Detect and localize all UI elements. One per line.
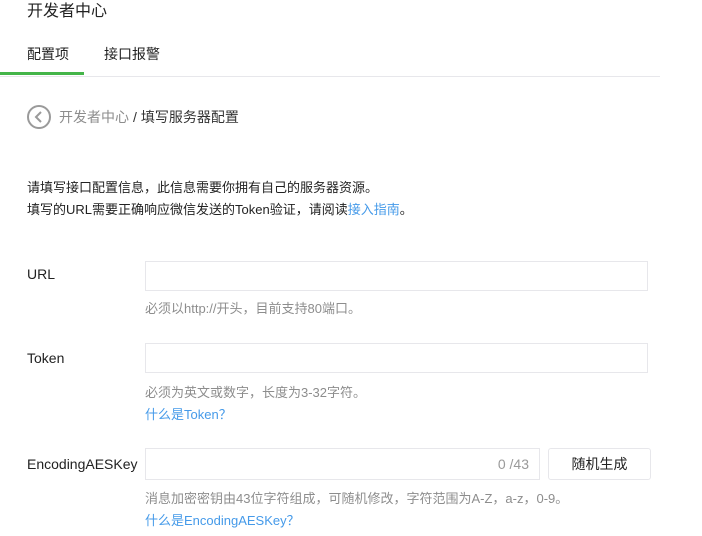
- what-is-token-link[interactable]: 什么是Token？: [145, 404, 232, 423]
- aeskey-char-counter: 0 /43: [497, 456, 529, 472]
- what-is-aeskey-link[interactable]: 什么是EncodingAESKey？: [145, 510, 300, 529]
- breadcrumb: 开发者中心 / 填写服务器配置: [27, 104, 239, 130]
- token-input[interactable]: [145, 343, 648, 373]
- active-tab-indicator: [0, 72, 84, 75]
- url-label: URL: [27, 266, 56, 282]
- aeskey-input[interactable]: [146, 449, 502, 479]
- token-label: Token: [27, 350, 65, 366]
- aeskey-hint: 消息加密密钥由43位字符组成，可随机修改，字符范围为A-Z，a-z，0-9。: [145, 491, 569, 506]
- intro-line-2-text: 填写的URL需要正确响应微信发送的Token验证，请阅读: [27, 202, 348, 217]
- aeskey-label: EncodingAESKey: [27, 456, 138, 472]
- url-hint: 必须以http://开头，目前支持80端口。: [145, 301, 361, 316]
- aeskey-field: 0 /43: [145, 448, 540, 480]
- breadcrumb-separator: /: [133, 109, 137, 125]
- breadcrumb-current: 填写服务器配置: [140, 109, 239, 125]
- intro-text: 请填写接口配置信息，此信息需要你拥有自己的服务器资源。 填写的URL需要正确响应…: [27, 177, 413, 221]
- back-button[interactable]: [27, 105, 51, 129]
- random-generate-button[interactable]: 随机生成: [548, 448, 651, 480]
- page-title: 开发者中心: [27, 3, 108, 20]
- token-hint: 必须为英文或数字，长度为3-32字符。: [145, 385, 367, 400]
- tab-config[interactable]: 配置项: [27, 34, 69, 74]
- intro-line-2: 填写的URL需要正确响应微信发送的Token验证，请阅读接入指南。: [27, 199, 413, 221]
- intro-line-1: 请填写接口配置信息，此信息需要你拥有自己的服务器资源。: [27, 180, 379, 195]
- access-guide-link[interactable]: 接入指南: [348, 202, 400, 217]
- intro-line-2-suffix: 。: [399, 202, 413, 217]
- breadcrumb-parent-link[interactable]: 开发者中心: [59, 107, 129, 127]
- chevron-left-circle-icon: [34, 111, 42, 123]
- url-input[interactable]: [145, 261, 648, 291]
- tab-api-alarm[interactable]: 接口报警: [104, 34, 160, 74]
- tab-bar: 配置项 接口报警: [0, 34, 660, 77]
